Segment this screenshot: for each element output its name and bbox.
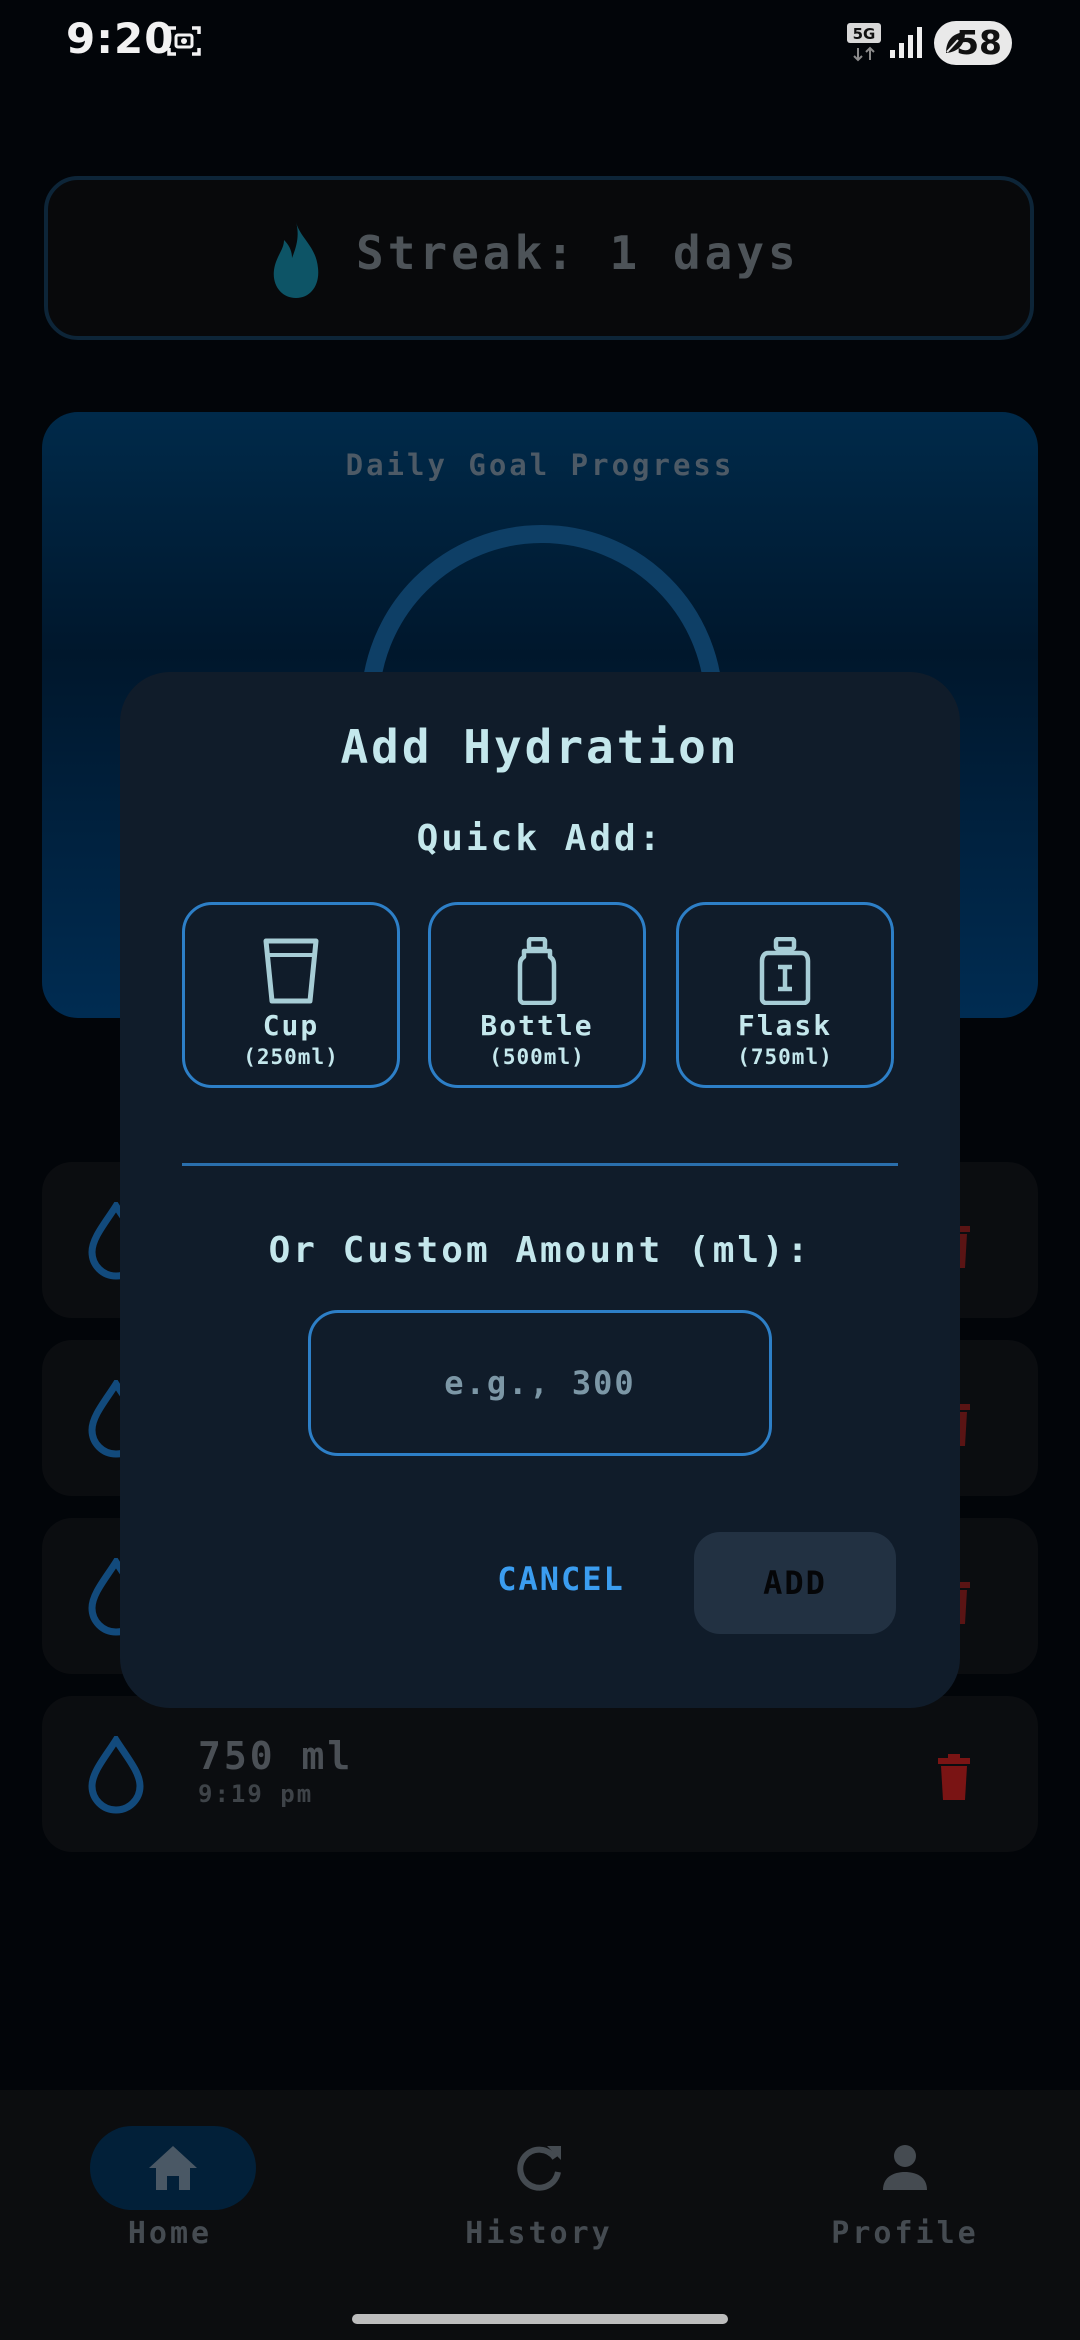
flask-icon — [759, 937, 811, 1005]
quick-option-name: Bottle — [480, 1009, 594, 1042]
daily-goal-label: Daily Goal Progress — [345, 448, 735, 482]
status-time: 9:20 — [66, 14, 175, 63]
nav-history-label[interactable]: History — [419, 2216, 659, 2251]
quick-option-name: Flask — [737, 1009, 833, 1042]
quick-option-volume: (500ml) — [489, 1045, 585, 1069]
quick-add-cup-button[interactable]: Cup (250ml) — [182, 902, 400, 1088]
battery-level: 58 — [956, 23, 1002, 62]
delete-icon[interactable] — [936, 1754, 972, 1800]
dialog-divider — [182, 1163, 898, 1166]
flame-icon — [273, 222, 319, 298]
screenshot-icon — [167, 26, 201, 56]
quick-add-flask-button[interactable]: Flask (750ml) — [676, 902, 894, 1088]
svg-text:5G: 5G — [853, 25, 876, 43]
home-icon — [149, 2146, 197, 2190]
person-icon[interactable] — [877, 2140, 933, 2196]
log-time: 9:19 pm — [198, 1780, 314, 1808]
quick-option-name: Cup — [262, 1009, 320, 1042]
add-button[interactable]: ADD — [694, 1532, 896, 1634]
quick-option-volume: (250ml) — [243, 1045, 339, 1069]
signal-icon — [890, 27, 922, 58]
refresh-icon[interactable] — [511, 2140, 567, 2196]
home-indicator[interactable] — [352, 2314, 728, 2324]
quick-add-label: Quick Add: — [416, 818, 664, 859]
custom-amount-input[interactable] — [308, 1310, 772, 1456]
water-drop-icon — [88, 1736, 144, 1814]
streak-text: Streak: 1 days — [356, 226, 800, 280]
custom-amount-label: Or Custom Amount (ml): — [268, 1230, 812, 1271]
nav-profile-label[interactable]: Profile — [785, 2216, 1025, 2251]
cancel-button[interactable]: CANCEL — [468, 1560, 654, 1604]
log-amount: 750 ml — [198, 1734, 354, 1778]
network-5g-icon: 5G — [847, 23, 881, 62]
dialog-title: Add Hydration — [340, 720, 740, 774]
battery-indicator: 58 — [934, 21, 1012, 65]
quick-add-bottle-button[interactable]: Bottle (500ml) — [428, 902, 646, 1088]
quick-option-volume: (750ml) — [737, 1045, 833, 1069]
cup-icon — [263, 938, 319, 1004]
bottle-icon — [517, 937, 557, 1005]
nav-home-label[interactable]: Home — [50, 2216, 290, 2251]
log-row — [42, 1696, 1038, 1852]
